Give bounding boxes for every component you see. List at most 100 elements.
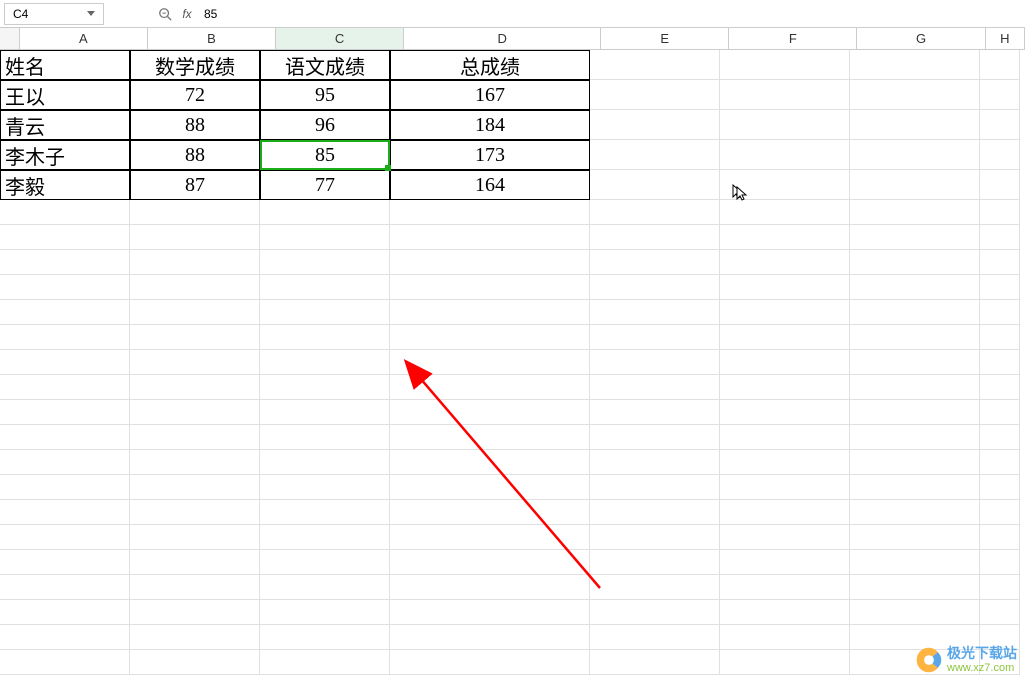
- table-cell[interactable]: [590, 225, 720, 250]
- table-cell[interactable]: [850, 375, 980, 400]
- column-header-F[interactable]: F: [729, 28, 857, 49]
- table-cell[interactable]: [980, 550, 1020, 575]
- cell-A5[interactable]: 李毅: [0, 170, 130, 200]
- table-cell[interactable]: [390, 375, 590, 400]
- table-cell[interactable]: [130, 300, 260, 325]
- column-header-E[interactable]: E: [601, 28, 729, 49]
- table-cell[interactable]: [0, 575, 130, 600]
- table-cell[interactable]: [0, 625, 130, 650]
- table-cell[interactable]: [590, 250, 720, 275]
- table-cell[interactable]: [390, 550, 590, 575]
- formula-input[interactable]: [198, 3, 1021, 25]
- cell-G4[interactable]: [850, 140, 980, 170]
- cell-G5[interactable]: [850, 170, 980, 200]
- cell-E4[interactable]: [590, 140, 720, 170]
- table-cell[interactable]: [390, 600, 590, 625]
- cell-E5[interactable]: [590, 170, 720, 200]
- table-cell[interactable]: [720, 275, 850, 300]
- table-cell[interactable]: [980, 225, 1020, 250]
- table-cell[interactable]: [390, 400, 590, 425]
- table-cell[interactable]: [590, 350, 720, 375]
- cell-C4[interactable]: 85: [260, 140, 390, 170]
- table-cell[interactable]: [980, 350, 1020, 375]
- table-cell[interactable]: [390, 350, 590, 375]
- cell-A3[interactable]: 青云: [0, 110, 130, 140]
- table-cell[interactable]: [0, 600, 130, 625]
- table-cell[interactable]: [850, 325, 980, 350]
- cell-H5[interactable]: [980, 170, 1020, 200]
- cell-F1[interactable]: [720, 50, 850, 80]
- table-cell[interactable]: [0, 325, 130, 350]
- chevron-down-icon[interactable]: [87, 11, 95, 16]
- table-cell[interactable]: [260, 475, 390, 500]
- column-header-G[interactable]: G: [857, 28, 985, 49]
- table-cell[interactable]: [850, 250, 980, 275]
- table-cell[interactable]: [390, 225, 590, 250]
- table-cell[interactable]: [720, 550, 850, 575]
- select-all-corner[interactable]: [0, 28, 20, 49]
- table-cell[interactable]: [720, 450, 850, 475]
- table-cell[interactable]: [390, 575, 590, 600]
- column-header-D[interactable]: D: [404, 28, 601, 49]
- table-cell[interactable]: [390, 525, 590, 550]
- cell-B1[interactable]: 数学成绩: [130, 50, 260, 80]
- column-header-C[interactable]: C: [276, 28, 404, 49]
- cell-E2[interactable]: [590, 80, 720, 110]
- cell-B3[interactable]: 88: [130, 110, 260, 140]
- table-cell[interactable]: [720, 400, 850, 425]
- cell-H1[interactable]: [980, 50, 1020, 80]
- table-cell[interactable]: [0, 375, 130, 400]
- table-cell[interactable]: [850, 450, 980, 475]
- table-cell[interactable]: [980, 575, 1020, 600]
- cell-A1[interactable]: 姓名: [0, 50, 130, 80]
- table-cell[interactable]: [260, 625, 390, 650]
- table-cell[interactable]: [850, 300, 980, 325]
- table-cell[interactable]: [0, 475, 130, 500]
- table-cell[interactable]: [130, 225, 260, 250]
- table-cell[interactable]: [390, 275, 590, 300]
- table-cell[interactable]: [720, 475, 850, 500]
- table-cell[interactable]: [130, 250, 260, 275]
- table-cell[interactable]: [260, 400, 390, 425]
- table-cell[interactable]: [850, 425, 980, 450]
- table-cell[interactable]: [720, 500, 850, 525]
- table-cell[interactable]: [850, 225, 980, 250]
- table-cell[interactable]: [390, 475, 590, 500]
- cell-C2[interactable]: 95: [260, 80, 390, 110]
- table-cell[interactable]: [390, 625, 590, 650]
- table-cell[interactable]: [260, 300, 390, 325]
- table-cell[interactable]: [590, 500, 720, 525]
- cell-F2[interactable]: [720, 80, 850, 110]
- fx-icon[interactable]: fx: [176, 3, 198, 25]
- table-cell[interactable]: [0, 300, 130, 325]
- table-cell[interactable]: [130, 400, 260, 425]
- table-cell[interactable]: [130, 350, 260, 375]
- table-cell[interactable]: [980, 450, 1020, 475]
- table-cell[interactable]: [260, 500, 390, 525]
- table-cell[interactable]: [260, 525, 390, 550]
- column-header-H[interactable]: H: [986, 28, 1025, 49]
- table-cell[interactable]: [980, 300, 1020, 325]
- table-cell[interactable]: [720, 300, 850, 325]
- table-cell[interactable]: [590, 550, 720, 575]
- table-cell[interactable]: [850, 350, 980, 375]
- table-cell[interactable]: [0, 200, 130, 225]
- table-cell[interactable]: [390, 650, 590, 675]
- table-cell[interactable]: [130, 600, 260, 625]
- table-cell[interactable]: [260, 275, 390, 300]
- cell-D4[interactable]: 173: [390, 140, 590, 170]
- table-cell[interactable]: [980, 250, 1020, 275]
- table-cell[interactable]: [130, 200, 260, 225]
- cell-D3[interactable]: 184: [390, 110, 590, 140]
- table-cell[interactable]: [260, 350, 390, 375]
- table-cell[interactable]: [130, 275, 260, 300]
- cell-B4[interactable]: 88: [130, 140, 260, 170]
- cell-H4[interactable]: [980, 140, 1020, 170]
- table-cell[interactable]: [980, 475, 1020, 500]
- table-cell[interactable]: [260, 550, 390, 575]
- cell-C3[interactable]: 96: [260, 110, 390, 140]
- table-cell[interactable]: [720, 525, 850, 550]
- table-cell[interactable]: [850, 600, 980, 625]
- cell-E1[interactable]: [590, 50, 720, 80]
- table-cell[interactable]: [590, 625, 720, 650]
